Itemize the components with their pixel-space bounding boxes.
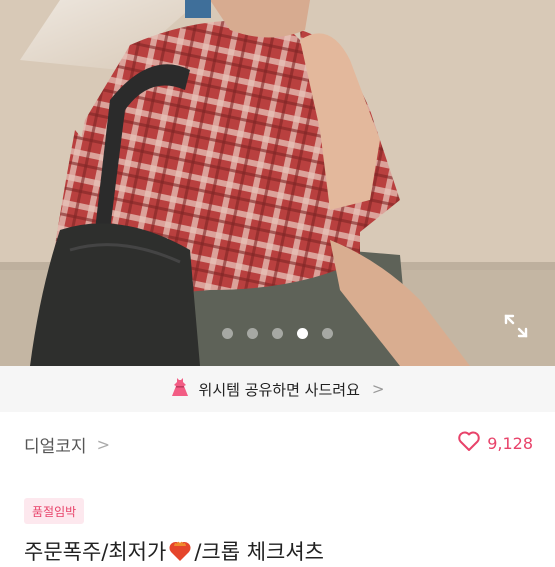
carousel-dot-active[interactable] (297, 328, 308, 339)
wishlist-share-banner[interactable]: 위시템 공유하면 사드려요 > (0, 366, 555, 412)
photo-illustration (0, 0, 555, 366)
product-photo[interactable] (0, 0, 555, 366)
carousel-dot[interactable] (322, 328, 333, 339)
carousel-dot[interactable] (272, 328, 283, 339)
almost-sold-out-badge: 품절임박 (24, 498, 85, 524)
title-part-2: /크롭 체크셔츠 (194, 540, 324, 564)
badge-label: 품절임박 (32, 504, 77, 519)
seller-name: 디얼코지 (24, 436, 87, 457)
seller-link[interactable]: 디얼코지 > (24, 432, 110, 457)
carousel-dot[interactable] (222, 328, 233, 339)
like-button[interactable]: 9,128 (457, 430, 533, 456)
product-title: 주문폭주/최저가 /크롭 체크셔츠 (24, 536, 324, 566)
carousel-indicator (0, 328, 555, 340)
dress-icon (171, 377, 189, 401)
like-count: 9,128 (487, 433, 533, 453)
chevron-right-icon: > (96, 434, 110, 454)
banner-text: 위시템 공유하면 사드려요 (198, 380, 360, 399)
carousel-dot[interactable] (247, 328, 258, 339)
heart-outline-icon (457, 430, 481, 456)
fullscreen-expand-icon[interactable] (504, 314, 528, 338)
title-part-1: 주문폭주/최저가 (24, 540, 167, 564)
fire-heart-icon (168, 540, 192, 562)
chevron-right-icon: > (371, 380, 385, 398)
